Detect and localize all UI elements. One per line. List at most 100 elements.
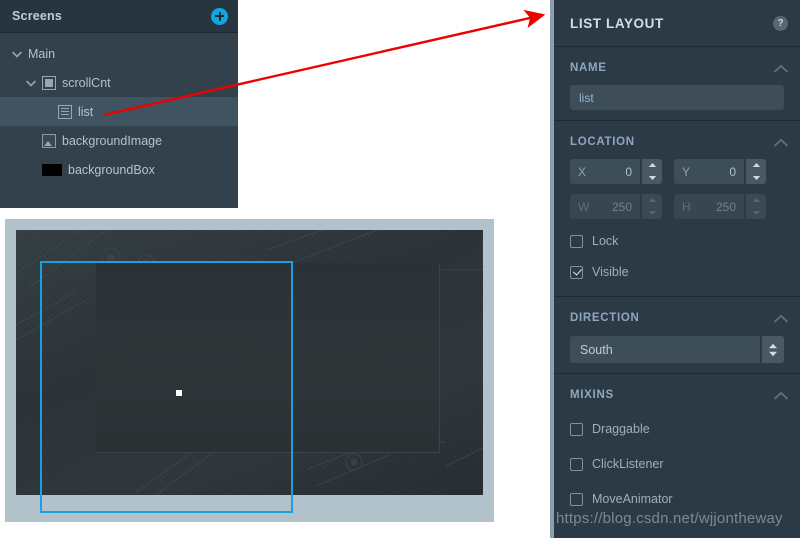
mixin-row-draggable[interactable]: Draggable (554, 413, 800, 445)
lock-checkbox[interactable] (570, 234, 583, 248)
screens-panel-header: Screens (0, 0, 238, 33)
section-location-header[interactable]: LOCATION (554, 127, 800, 157)
tree-item-label: list (78, 104, 94, 119)
canvas-background[interactable] (16, 230, 483, 495)
chevron-up-icon[interactable] (774, 314, 788, 323)
lock-checkbox-row[interactable]: Lock (554, 227, 800, 255)
direction-select[interactable]: South (570, 336, 760, 363)
add-screen-icon[interactable] (211, 7, 228, 25)
w-label: W (578, 199, 590, 214)
h-spin-up-icon (746, 194, 766, 207)
tree-item-label: backgroundImage (62, 133, 163, 148)
scroll-container-preview[interactable] (96, 263, 440, 453)
list-center-marker (176, 390, 182, 396)
section-mixins: MIXINS Draggable ClickListener MoveAnimato… (554, 380, 800, 525)
mixin-checkbox-moveanimator[interactable] (570, 492, 583, 506)
name-input[interactable] (570, 85, 784, 110)
y-stepper[interactable]: Y 0 (674, 159, 766, 184)
mixin-checkbox-clicklistener[interactable] (570, 457, 583, 471)
visible-checkbox[interactable] (570, 265, 583, 279)
chevron-down-icon[interactable] (10, 47, 24, 61)
canvas-preview-frame[interactable] (5, 219, 494, 522)
section-name-header[interactable]: NAME (554, 53, 800, 83)
visible-label: Visible (592, 265, 629, 279)
tree-item-main[interactable]: Main (0, 39, 238, 68)
chevron-up-icon[interactable] (774, 64, 788, 73)
section-mixins-header[interactable]: MIXINS (554, 380, 800, 410)
w-spinner (642, 194, 662, 219)
section-location: LOCATION X 0 Y 0 W 250 H 250 Lock Visibl… (554, 127, 800, 297)
mixin-label: ClickListener (592, 457, 664, 471)
tree-indent-spacer (24, 163, 38, 177)
mixin-checkbox-draggable[interactable] (570, 422, 583, 436)
x-spin-down-icon[interactable] (642, 172, 662, 185)
section-name: NAME (554, 53, 800, 121)
inspector-title-bar: LIST LAYOUT ? (554, 0, 800, 47)
y-field[interactable]: Y 0 (674, 159, 744, 184)
h-value: 250 (715, 199, 736, 214)
tree-item-label: scrollCnt (62, 75, 111, 90)
y-spin-down-icon[interactable] (746, 172, 766, 185)
inspector-panel: LIST LAYOUT ? NAME LOCATION (550, 0, 800, 538)
location-xy-row: X 0 Y 0 (554, 159, 800, 184)
y-value: 0 (729, 164, 736, 179)
chevron-up-icon[interactable] (774, 391, 788, 400)
tree-item-scrollcnt[interactable]: scrollCnt (0, 68, 238, 97)
section-mixins-label: MIXINS (570, 389, 614, 401)
mixin-label: Draggable (592, 422, 650, 436)
help-icon[interactable]: ? (773, 15, 788, 31)
color-swatch-icon (42, 163, 62, 176)
section-name-label: NAME (570, 62, 607, 74)
section-direction: DIRECTION South (554, 303, 800, 374)
tree-item-backgroundbox[interactable]: backgroundBox (0, 155, 238, 184)
tree-item-label: Main (28, 46, 56, 61)
name-field-row (554, 85, 800, 110)
w-spin-up-icon (642, 194, 662, 207)
h-label: H (682, 199, 691, 214)
section-direction-label: DIRECTION (570, 312, 640, 324)
section-location-label: LOCATION (570, 136, 635, 148)
image-node-icon (42, 133, 56, 148)
mixin-label: MoveAnimator (592, 492, 673, 506)
mixin-row-clicklistener[interactable]: ClickListener (554, 448, 800, 480)
h-spin-down-icon (746, 207, 766, 220)
h-field: H 250 (674, 194, 744, 219)
h-stepper: H 250 (674, 194, 766, 219)
x-field[interactable]: X 0 (570, 159, 640, 184)
spin-down-icon (769, 351, 777, 356)
tree-item-list[interactable]: list (0, 97, 238, 126)
w-value: 250 (611, 199, 632, 214)
x-stepper[interactable]: X 0 (570, 159, 662, 184)
w-field: W 250 (570, 194, 640, 219)
y-label: Y (682, 164, 691, 179)
y-spinner[interactable] (746, 159, 766, 184)
tree-indent-spacer (40, 105, 54, 119)
chevron-down-icon[interactable] (24, 76, 38, 90)
y-spin-up-icon[interactable] (746, 159, 766, 172)
mixin-row-moveanimator[interactable]: MoveAnimator (554, 483, 800, 515)
lock-label: Lock (592, 234, 619, 248)
x-value: 0 (625, 164, 632, 179)
x-spinner[interactable] (642, 159, 662, 184)
chevron-up-icon[interactable] (774, 138, 788, 147)
screens-panel-title: Screens (12, 9, 63, 23)
screens-panel: Screens Main scrollCnt list backgroundImage… (0, 0, 238, 208)
page-title: LIST LAYOUT (570, 15, 664, 31)
tree-item-label: backgroundBox (68, 162, 155, 177)
container-node-icon (42, 75, 56, 90)
h-spinner (746, 194, 766, 219)
tree-item-backgroundimage[interactable]: backgroundImage (0, 126, 238, 155)
w-stepper: W 250 (570, 194, 662, 219)
visible-checkbox-row[interactable]: Visible (554, 258, 800, 286)
direction-select-row: South (554, 336, 800, 363)
mixins-list: Draggable ClickListener MoveAnimator (554, 413, 800, 515)
screens-tree: Main scrollCnt list backgroundImage backgrou… (0, 33, 238, 184)
spin-up-icon (769, 343, 777, 348)
direction-spinner[interactable] (762, 336, 784, 363)
app-root: Screens Main scrollCnt list backgroundImage… (0, 0, 800, 538)
section-direction-header[interactable]: DIRECTION (554, 303, 800, 333)
tree-indent-spacer (24, 134, 38, 148)
x-spin-up-icon[interactable] (642, 159, 662, 172)
x-label: X (578, 164, 587, 179)
location-wh-row: W 250 H 250 (554, 194, 800, 219)
